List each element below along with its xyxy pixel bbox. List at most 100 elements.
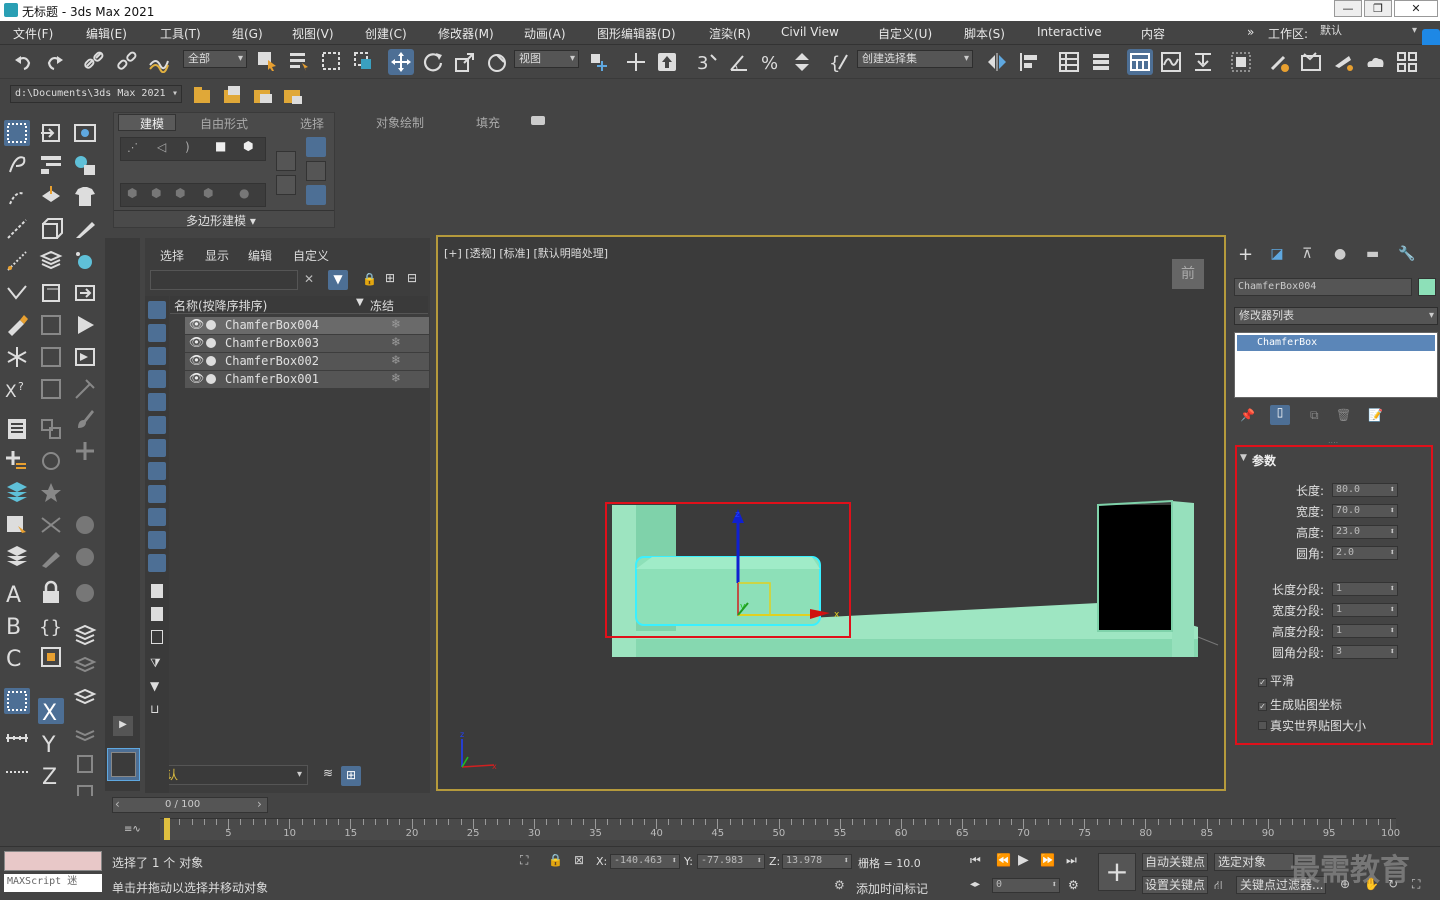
filter-spacewarps-icon[interactable] xyxy=(148,416,166,434)
viewport-thumbnail[interactable] xyxy=(107,748,140,781)
tab-modeling[interactable]: 建模 xyxy=(140,115,164,132)
table-row[interactable]: 👁 ChamferBox002 ❄ xyxy=(185,353,429,370)
ribbon-btn-b[interactable] xyxy=(276,175,296,195)
reference-coordinate-dropdown[interactable]: 视图 xyxy=(514,50,579,68)
table-row[interactable]: 👁 ChamferBox001 ❄ xyxy=(185,371,429,388)
pin-stack-icon[interactable]: 📌 xyxy=(1240,408,1255,422)
shirt-tool-icon[interactable] xyxy=(72,184,98,210)
brace-tool-icon[interactable]: {} xyxy=(38,612,64,638)
box-tool-icon[interactable] xyxy=(38,216,64,242)
render-dot-icon[interactable] xyxy=(206,356,216,366)
knife-tool-icon[interactable] xyxy=(72,216,98,242)
explorer-menu-select[interactable]: 选择 xyxy=(160,247,184,264)
set-key-big-button[interactable]: + xyxy=(1098,853,1136,891)
project-path-dropdown[interactable]: d:\Documents\3ds Max 2021 xyxy=(10,85,182,103)
orbit-icon[interactable]: ↻ xyxy=(1388,877,1398,891)
time-cursor[interactable] xyxy=(164,818,170,840)
ribbon-btn-e[interactable] xyxy=(306,185,326,205)
edge-icon[interactable]: ◁ xyxy=(157,140,166,154)
menu-group[interactable]: 组(G) xyxy=(232,25,263,42)
time-prev-icon[interactable]: ‹ xyxy=(115,797,120,811)
freeze-snowflake-icon[interactable]: ❄ xyxy=(391,353,401,367)
name-column-header[interactable]: 名称(按降序排序) xyxy=(174,297,267,314)
current-frame-field[interactable]: 0 xyxy=(992,878,1060,893)
menu-create[interactable]: 创建(C) xyxy=(365,25,407,42)
select-and-rotate-icon[interactable] xyxy=(422,51,444,73)
show-end-result-icon[interactable]: ▯ xyxy=(1270,405,1290,425)
pencil-tool-icon[interactable] xyxy=(38,544,64,570)
select-manipulate-icon[interactable] xyxy=(625,51,647,73)
rendered-frame-window-icon[interactable] xyxy=(1300,51,1322,73)
panel-tool-icon[interactable] xyxy=(38,344,64,370)
menu-rendering[interactable]: 渲染(R) xyxy=(709,25,751,42)
menu-file[interactable]: 文件(F) xyxy=(13,25,53,42)
utilities-tab-icon[interactable]: 🔧 xyxy=(1398,246,1415,262)
isolate-selection-icon[interactable]: ⛶ xyxy=(520,853,528,868)
filter-xrefs-icon[interactable] xyxy=(148,462,166,480)
maximize-button[interactable]: ❐ xyxy=(1364,0,1392,17)
toggle-ribbon-icon[interactable] xyxy=(1127,49,1153,75)
ball-tool-icon[interactable] xyxy=(72,512,98,538)
object-color-swatch[interactable] xyxy=(1418,278,1436,296)
project-folder-icon[interactable] xyxy=(192,84,214,106)
element-icon[interactable]: ⬢ xyxy=(243,139,253,153)
filter-icon[interactable]: ▼ xyxy=(328,270,348,290)
auto-key-button[interactable]: 自动关键点 xyxy=(1142,853,1208,871)
spinner-snap-icon[interactable] xyxy=(791,51,813,73)
measure-tool-icon[interactable] xyxy=(4,248,30,274)
layer-add-icon[interactable] xyxy=(72,686,98,712)
rect-selection-icon[interactable] xyxy=(320,50,342,72)
save-tool-icon[interactable] xyxy=(38,376,64,402)
extrude-icon[interactable]: ⬢ xyxy=(127,186,137,200)
bind-space-warp-icon[interactable] xyxy=(148,51,170,74)
stack-add-icon[interactable] xyxy=(72,718,98,744)
text-b-icon[interactable]: B xyxy=(4,612,30,640)
visibility-eye-icon[interactable]: 👁 xyxy=(189,353,204,367)
menu-content[interactable]: 内容 xyxy=(1141,25,1165,42)
selection-filter-dropdown[interactable]: 全部 xyxy=(183,50,247,68)
curve-tool-icon[interactable] xyxy=(4,280,30,306)
freeze-column-header[interactable]: 冻结 xyxy=(370,297,394,314)
link-icon[interactable] xyxy=(83,51,105,73)
filter-bones-icon[interactable] xyxy=(148,485,166,503)
motion-tab-icon[interactable]: ● xyxy=(1334,246,1346,262)
remove-modifier-icon[interactable]: 🗑 xyxy=(1336,408,1351,422)
freeze-snowflake-icon[interactable]: ❄ xyxy=(391,317,401,331)
select-object-icon[interactable] xyxy=(256,50,278,72)
ribbon-btn-d[interactable] xyxy=(306,161,326,181)
visibility-eye-icon[interactable]: 👁 xyxy=(189,335,204,349)
filter-geometry-icon[interactable] xyxy=(148,301,166,319)
key-mode-icon[interactable]: ◂▸ xyxy=(970,879,980,890)
bin-tool-icon[interactable] xyxy=(72,750,98,776)
absolute-mode-icon[interactable]: ⊠ xyxy=(574,853,584,867)
table-row[interactable]: 👁 ChamferBox004 ❄ xyxy=(185,317,429,334)
filter-helpers-icon[interactable] xyxy=(148,393,166,411)
layer-explorer-icon[interactable]: ≋ xyxy=(318,766,338,786)
toggle-layer-explorer-icon[interactable] xyxy=(1090,51,1112,73)
material-editor-icon[interactable] xyxy=(1230,51,1252,73)
inset-icon[interactable]: ⬢ xyxy=(175,186,185,200)
sphere-mod-icon[interactable]: ● xyxy=(239,186,249,200)
axis-x-icon[interactable]: X xyxy=(38,698,64,726)
menu-edit[interactable]: 编辑(E) xyxy=(86,25,127,42)
axis-z-icon[interactable]: Z xyxy=(38,762,64,790)
a360-gallery-icon[interactable] xyxy=(1396,51,1418,73)
polygon-modeling-label[interactable]: 多边形建模 ▾ xyxy=(186,212,256,229)
menu-interactive[interactable]: Interactive xyxy=(1037,25,1102,39)
align-icon[interactable] xyxy=(1018,51,1040,73)
group-tool-icon[interactable] xyxy=(38,416,64,442)
render-dot-icon[interactable] xyxy=(206,338,216,348)
layers-panel-icon[interactable] xyxy=(72,654,98,680)
plus-tool-icon[interactable] xyxy=(72,438,98,464)
sheet-tool-icon[interactable] xyxy=(4,416,30,442)
frame-tool-icon[interactable] xyxy=(38,644,64,670)
orbit-tool-icon[interactable] xyxy=(38,448,64,474)
paint-select-icon[interactable] xyxy=(4,184,30,210)
curve-toggle-icon[interactable]: ≡∿ xyxy=(124,824,141,835)
explorer-menu-display[interactable]: 显示 xyxy=(205,247,229,264)
select-and-place-icon[interactable] xyxy=(486,51,508,73)
menu-animation[interactable]: 动画(A) xyxy=(524,25,566,42)
star-tool-icon[interactable] xyxy=(38,480,64,506)
filter-all-icon[interactable] xyxy=(151,584,163,598)
border-icon[interactable]: ) xyxy=(185,140,190,154)
